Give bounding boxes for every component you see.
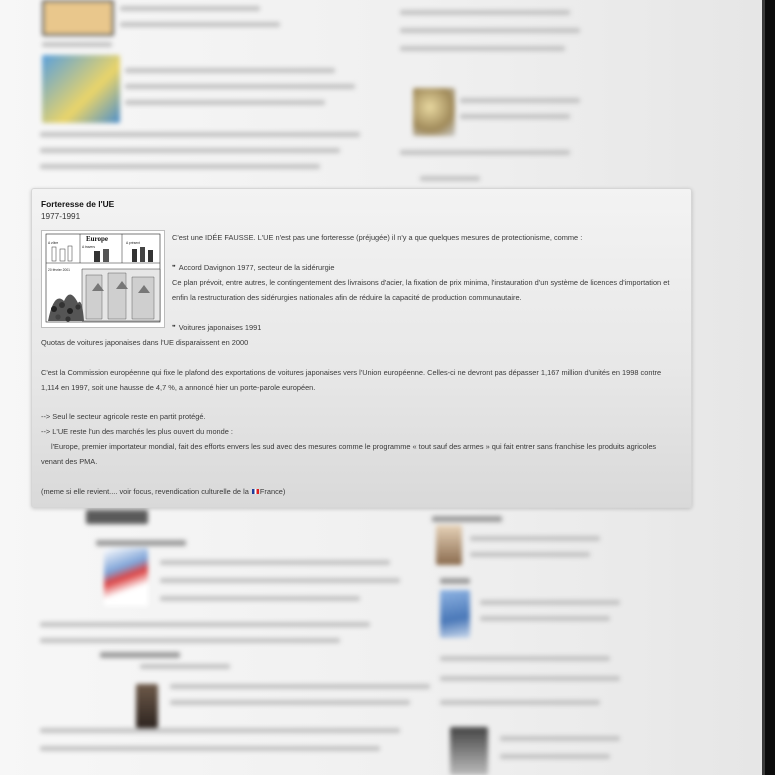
background-text: [432, 516, 502, 522]
cartoon-drawing: Europe A vôtre A travers A présent 20 fé…: [42, 231, 164, 327]
illustration-caption-2: A travers: [82, 245, 95, 249]
background-map-thumbnail: [440, 590, 470, 638]
background-text: [40, 746, 380, 751]
background-text: [460, 114, 570, 119]
background-portrait-thumbnail: [136, 684, 158, 728]
background-thumbnail: [42, 0, 114, 36]
background-photo-thumbnail: [450, 727, 488, 775]
background-text: [400, 28, 580, 33]
arrow-note: --> Seul le secteur agricole reste en pa…: [41, 412, 206, 421]
background-text: [420, 176, 480, 181]
background-text: [170, 684, 430, 689]
background-text: [120, 6, 260, 11]
item-accord-davignon: ❞ Accord Davignon 1977, secteur de la sid…: [172, 262, 335, 275]
background-text: [40, 132, 360, 137]
background-text: [125, 100, 325, 105]
card-intro: C'est une IDÉE FAUSSE. L'UE n'est pas un…: [172, 233, 583, 242]
background-text: [125, 84, 355, 89]
item-text: enfin la restructuration des sidérurgies…: [172, 293, 522, 302]
background-text: [40, 164, 320, 169]
background-text: [500, 754, 610, 759]
item-voitures-japonaises: ❞ Voitures japonaises 1991: [172, 322, 261, 335]
background-text: [480, 600, 620, 605]
quote: l'Europe, premier importateur mondial, f…: [51, 442, 657, 451]
bullet-icon: ❞: [172, 265, 176, 272]
illustration-heading: Europe: [86, 235, 108, 243]
background-coin-thumbnail: [413, 88, 455, 136]
illustration-caption-1: A vôtre: [48, 241, 58, 245]
background-text: [160, 560, 390, 565]
background-text: [480, 616, 610, 621]
background-text: [400, 46, 565, 51]
background-text: [400, 150, 570, 155]
background-text: [500, 736, 620, 741]
window-edge: [762, 0, 775, 775]
footer-text: (meme si elle revient.... voir focus, re…: [41, 487, 251, 496]
quote: venant des PMA.: [41, 457, 98, 466]
background-text: [40, 638, 340, 643]
card-title: Forteresse de l'UE: [41, 199, 115, 209]
paragraph: C'est la Commission européenne qui fixe …: [41, 368, 662, 377]
item-text: Ce plan prévoit, entre autres, le contin…: [172, 278, 670, 287]
cartoon-illustration: Europe A vôtre A travers A présent 20 fé…: [41, 230, 165, 328]
item-text: Quotas de voitures japonaises dans l'UE …: [41, 338, 249, 347]
background-text: [120, 22, 280, 27]
background-text: [125, 68, 335, 73]
background-portrait-thumbnail: [436, 525, 462, 565]
background-text: [40, 728, 400, 733]
background-text: [440, 578, 470, 584]
illustration-caption-3: A présent: [126, 241, 140, 245]
background-map-thumbnail: [42, 55, 120, 123]
background-text: [470, 552, 590, 557]
background-text: [140, 664, 230, 669]
item-title: Voitures japonaises 1991: [178, 323, 262, 332]
card-dates: 1977-1991: [41, 212, 81, 221]
illustration-date: 20 février 2001: [48, 268, 70, 272]
background-text: [40, 622, 370, 627]
background-text: [96, 540, 186, 546]
bullet-icon: ❞: [172, 325, 176, 332]
background-text: [440, 676, 620, 681]
arrow-note: --> L'UE reste l'un des marchés les plus…: [41, 427, 233, 436]
event-popup-card[interactable]: Forteresse de l'UE 1977-1991 Europe A vô…: [31, 188, 692, 508]
background-text: [460, 98, 580, 103]
item-title: Accord Davignon 1977, secteur de la sidé…: [178, 263, 335, 272]
background-text: [440, 656, 610, 661]
card-footer-note: (meme si elle revient.... voir focus, re…: [41, 486, 285, 497]
background-text: [160, 596, 360, 601]
footer-text-end: France): [259, 487, 286, 496]
background-text: [100, 652, 180, 658]
paragraph: 1,114 en 1997, soit une hausse de 4,7 %,…: [41, 383, 316, 392]
background-text: [42, 42, 112, 47]
window-edge-highlight: [762, 0, 765, 775]
background-text: [160, 578, 400, 583]
background-text: [400, 10, 570, 15]
background-text: [170, 700, 410, 705]
background-text: [470, 536, 600, 541]
background-text: [440, 700, 600, 705]
background-thumbnail: [86, 510, 148, 524]
background-text: [40, 148, 340, 153]
france-flag-icon: [251, 489, 259, 494]
background-map-thumbnail: [104, 548, 148, 606]
